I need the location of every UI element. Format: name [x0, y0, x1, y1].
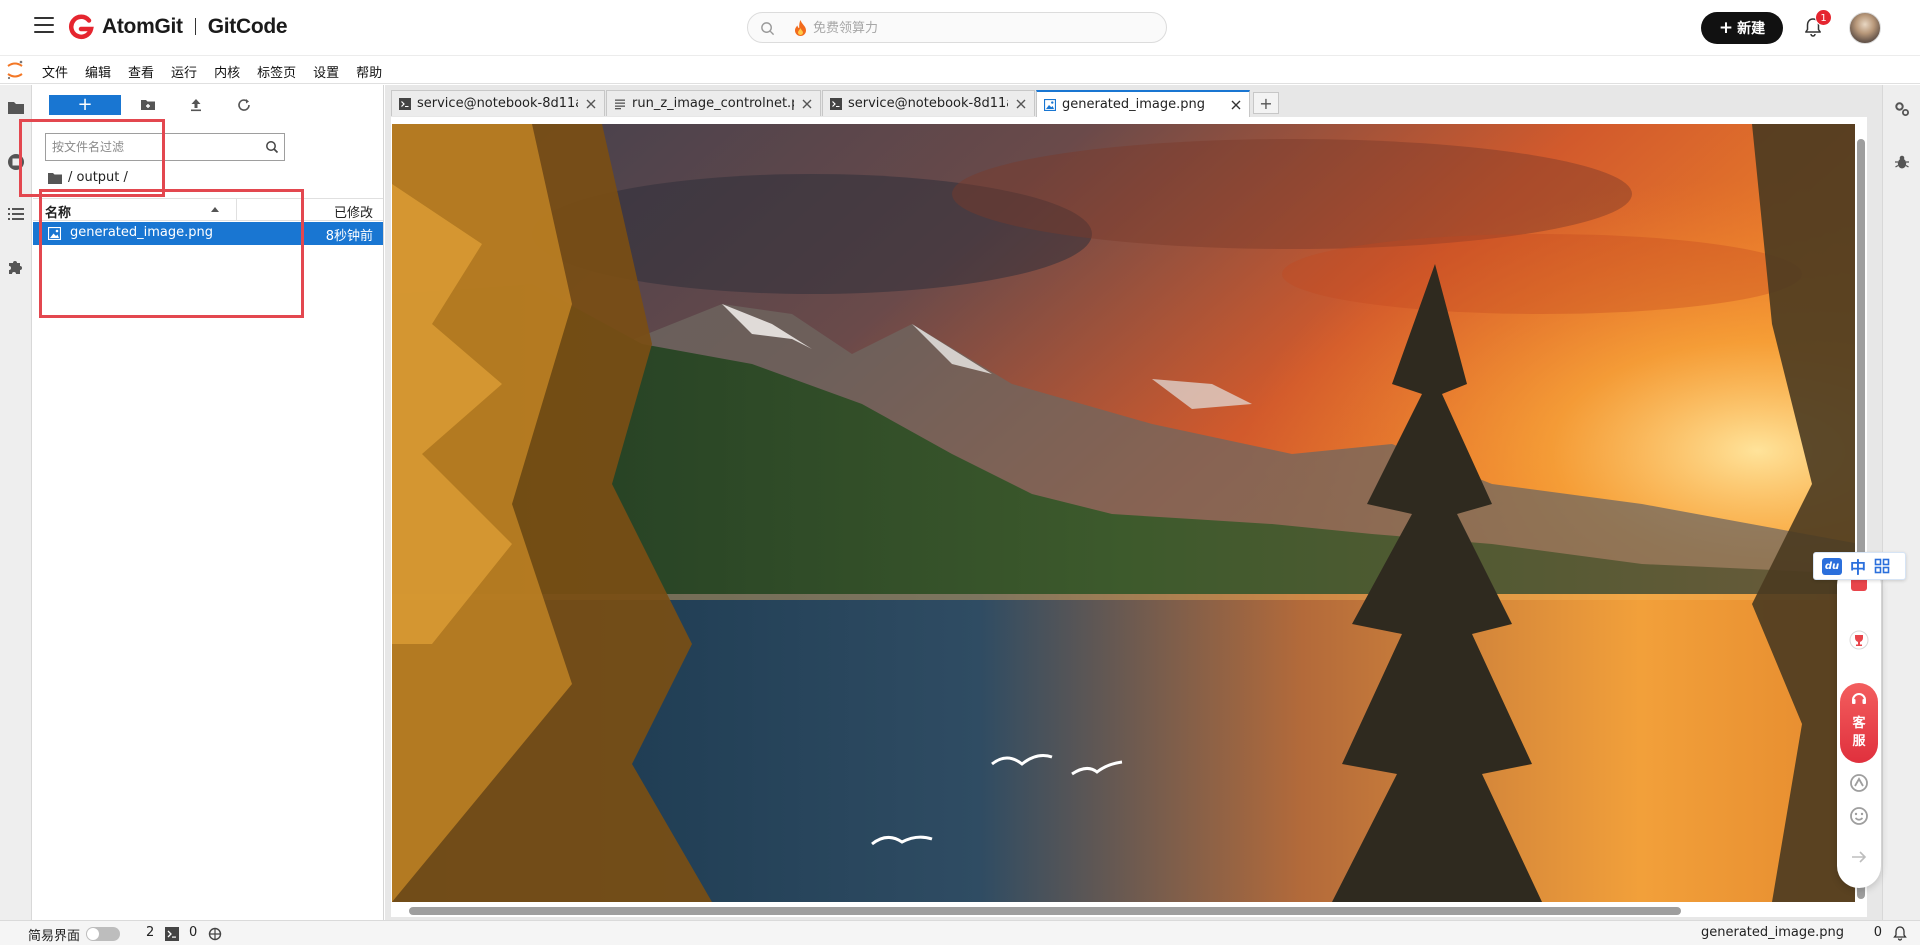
- close-icon[interactable]: [1229, 98, 1243, 112]
- table-of-contents-icon[interactable]: [7, 205, 25, 223]
- brand-atomgit: AtomGit: [102, 15, 183, 38]
- top-header: AtomGit GitCode +新建 1: [0, 0, 1920, 56]
- ai-assistant-icon[interactable]: [1837, 773, 1881, 793]
- close-icon[interactable]: [800, 97, 814, 111]
- language-server-icon[interactable]: [208, 927, 222, 941]
- new-button[interactable]: + 新建: [1701, 12, 1783, 44]
- file-text-icon: [615, 99, 625, 109]
- column-divider: [236, 199, 237, 221]
- breadcrumb-path[interactable]: / output /: [68, 170, 128, 185]
- menu-file[interactable]: 文件: [42, 61, 77, 81]
- tab-image-viewer[interactable]: generated_image.png: [1036, 90, 1250, 117]
- refresh-icon[interactable]: [236, 97, 252, 113]
- sort-ascending-icon: [211, 207, 219, 212]
- menu-kernel[interactable]: 内核: [214, 61, 249, 81]
- property-inspector-gears-icon[interactable]: [1894, 101, 1910, 117]
- brand-gitcode: GitCode: [207, 15, 288, 38]
- landscape-illustration: [392, 124, 1860, 902]
- terminal-icon: [830, 97, 842, 110]
- image-file-icon: [48, 227, 61, 240]
- tab-label: generated_image.png: [1062, 97, 1206, 112]
- menu-view[interactable]: 查看: [128, 61, 163, 81]
- customer-service-label: 客服: [1852, 716, 1866, 749]
- simple-mode-label: 简易界面: [28, 929, 81, 944]
- terminal-icon: [399, 97, 411, 110]
- menu-items: 文件 编辑 查看 运行 内核 标签页 设置 帮助: [42, 61, 399, 81]
- terminal-icon[interactable]: [165, 927, 179, 941]
- menu-settings[interactable]: 设置: [313, 61, 348, 81]
- file-list-item[interactable]: generated_image.png 8秒钟前: [33, 222, 383, 245]
- menu-edit[interactable]: 编辑: [85, 61, 120, 81]
- tab-terminal-2[interactable]: service@notebook-8d11a2: [822, 90, 1035, 116]
- file-list-header: 名称 已修改: [33, 198, 383, 221]
- menu-tabs[interactable]: 标签页: [257, 61, 305, 81]
- image-viewer: [391, 117, 1867, 917]
- close-icon[interactable]: [1014, 97, 1028, 111]
- file-modified-time: 8秒钟前: [325, 229, 373, 244]
- notification-badge: 1: [1815, 9, 1832, 26]
- notification-count[interactable]: 0: [1874, 925, 1882, 940]
- customer-service-button[interactable]: 客服: [1840, 683, 1878, 763]
- trophy-icon[interactable]: [1837, 630, 1881, 650]
- baidu-du-icon: du: [1822, 557, 1842, 575]
- right-activity-bar: [1882, 85, 1920, 920]
- gitcode-logo-icon[interactable]: [68, 14, 94, 40]
- folder-icon[interactable]: [7, 99, 25, 117]
- brand-title[interactable]: AtomGit GitCode: [102, 15, 288, 39]
- simple-mode-toggle[interactable]: [86, 927, 120, 941]
- tab-terminal-1[interactable]: service@notebook-8d11a2: [391, 90, 605, 116]
- file-browser: + / output / 名称 已修改 generated_image.png …: [32, 85, 384, 920]
- close-icon[interactable]: [584, 97, 598, 111]
- smiley-feedback-icon[interactable]: [1837, 806, 1881, 826]
- file-filter-box[interactable]: [45, 133, 285, 161]
- current-file-name: generated_image.png: [1700, 925, 1844, 940]
- user-avatar[interactable]: [1849, 12, 1881, 44]
- search-icon[interactable]: [265, 140, 279, 154]
- add-tab-button[interactable]: +: [1253, 92, 1279, 114]
- search-input[interactable]: [813, 17, 1133, 39]
- tab-label: service@notebook-8d11a2: [848, 96, 1008, 111]
- left-activity-bar: [0, 85, 32, 920]
- folder-icon[interactable]: [48, 172, 62, 184]
- jupyter-logo-icon: [7, 60, 23, 80]
- collapse-arrow-icon[interactable]: [1837, 849, 1881, 865]
- notification-bell-icon[interactable]: [1892, 925, 1908, 941]
- running-stop-icon[interactable]: [7, 153, 25, 171]
- terminal-count[interactable]: 0: [189, 925, 197, 940]
- column-name-header[interactable]: 名称: [45, 202, 71, 221]
- kernel-count[interactable]: 2: [146, 925, 154, 940]
- column-modified-header[interactable]: 已修改: [334, 202, 373, 221]
- floating-service-panel: 客服: [1837, 563, 1881, 888]
- menu-hamburger-icon[interactable]: [34, 17, 54, 37]
- search-bar[interactable]: [747, 12, 1167, 43]
- tab-bar: service@notebook-8d11a2 run_z_image_cont…: [391, 90, 1279, 117]
- breadcrumb: / output /: [48, 170, 128, 185]
- horizontal-scrollbar[interactable]: [391, 905, 1867, 917]
- language-label[interactable]: 中: [1850, 554, 1866, 578]
- extension-puzzle-icon[interactable]: [7, 258, 25, 276]
- headset-icon: [1852, 693, 1866, 704]
- menu-help[interactable]: 帮助: [356, 61, 391, 81]
- tab-label: service@notebook-8d11a2: [417, 96, 578, 111]
- jupyter-menubar: 文件 编辑 查看 运行 内核 标签页 设置 帮助: [0, 57, 1920, 84]
- translate-widget[interactable]: du 中: [1813, 552, 1906, 580]
- debugger-bug-icon[interactable]: [1894, 154, 1910, 170]
- fire-icon: [795, 20, 806, 36]
- tab-python-file[interactable]: run_z_image_controlnet.py: [606, 90, 821, 116]
- image-icon: [1044, 98, 1056, 111]
- status-bar: 简易界面 2 0 generated_image.png 0: [0, 920, 1920, 945]
- grid-apps-icon[interactable]: [1874, 558, 1890, 574]
- horizontal-scroll-thumb[interactable]: [409, 907, 1681, 915]
- menu-run[interactable]: 运行: [171, 61, 206, 81]
- upload-icon[interactable]: [188, 97, 204, 113]
- file-filter-input[interactable]: [52, 138, 252, 156]
- generated-landscape-image: [392, 124, 1860, 902]
- main-dock-area: service@notebook-8d11a2 run_z_image_cont…: [385, 85, 1882, 920]
- tab-label: run_z_image_controlnet.py: [632, 96, 794, 111]
- new-folder-icon[interactable]: [140, 97, 156, 113]
- search-icon: [761, 22, 775, 36]
- new-launcher-button[interactable]: +: [49, 95, 121, 115]
- file-name: generated_image.png: [70, 225, 214, 240]
